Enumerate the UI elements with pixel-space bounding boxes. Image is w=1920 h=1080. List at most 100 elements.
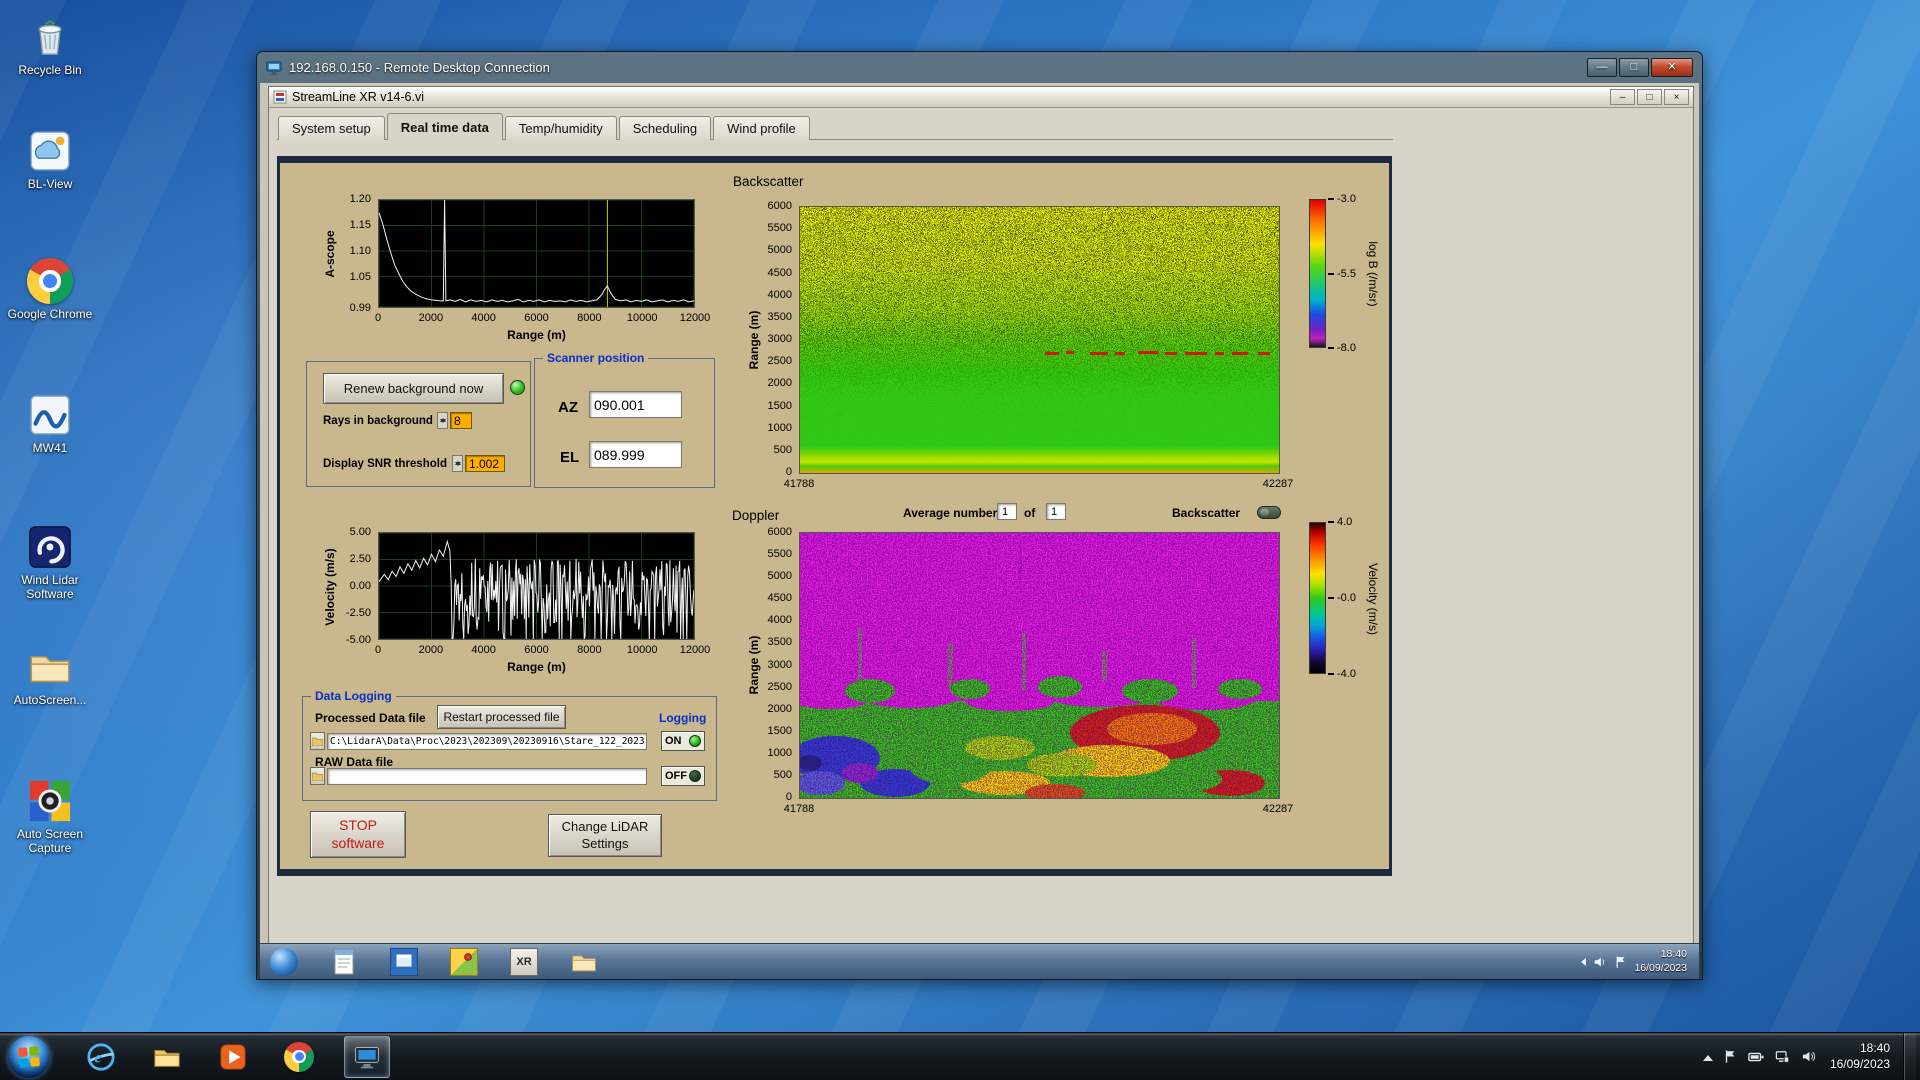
average-number-field[interactable]	[997, 503, 1017, 520]
panel-edge-top	[277, 156, 1392, 163]
desktop-icon-recycle-bin[interactable]: Recycle Bin	[2, 14, 98, 78]
show-desktop-button[interactable]	[1903, 1033, 1916, 1080]
taskbar-explorer-icon[interactable]	[152, 1042, 182, 1072]
desktop-icon-auto-screen-capture[interactable]: Auto Screen Capture	[2, 778, 98, 856]
taskbar-chrome-icon[interactable]	[284, 1041, 314, 1072]
doppler-heatmap-image	[800, 533, 1279, 798]
remote-task-app-icon[interactable]	[390, 947, 418, 976]
raw-logging-toggle[interactable]: OFF	[661, 766, 705, 786]
backscatter-toggle-label: Backscatter	[1172, 506, 1241, 520]
remote-task-notepad-icon[interactable]	[330, 948, 358, 976]
taskbar-ie-icon[interactable]: e	[86, 1042, 116, 1072]
vi-body: System setup Real time data Temp/humidit…	[269, 109, 1693, 943]
remote-clock[interactable]: 18:40 16/09/2023	[1634, 948, 1687, 974]
remote-tray: 18:40 16/09/2023	[1577, 948, 1693, 974]
scanner-position-group: Scanner position AZ EL	[534, 351, 715, 488]
raw-path-input[interactable]	[327, 768, 647, 785]
vi-titlebar[interactable]: StreamLine XR v14-6.vi – □ ×	[269, 87, 1693, 108]
renew-background-button[interactable]: Renew background now	[323, 373, 504, 404]
folder-icon	[312, 772, 323, 781]
desktop-icon-bl-view[interactable]: BL-View	[2, 128, 98, 192]
desktop-icon-wind-lidar[interactable]: Wind Lidar Software	[2, 524, 98, 602]
rdp-close-button[interactable]: ✕	[1651, 58, 1693, 77]
processed-path-browse-button[interactable]	[310, 732, 325, 750]
velocity-chart: Velocity (m/s) -5.00 -2.50 0.00 2.50 5.00 02…	[310, 526, 715, 684]
folder-icon	[312, 737, 323, 746]
el-label: EL	[560, 449, 580, 466]
tray-action-center-flag-icon[interactable]	[1722, 1048, 1739, 1065]
real-time-data-panel: A-scope 0.99 1.05 1.10 1.15 1.20 0 2000 4000 60…	[277, 156, 1392, 876]
remote-tray-chevron-icon[interactable]	[1577, 957, 1587, 966]
vi-window-title: StreamLine XR v14-6.vi	[292, 90, 425, 104]
restart-processed-file-button[interactable]: Restart processed file	[437, 705, 566, 729]
backscatter-colorbar	[1309, 199, 1326, 348]
system-tray: 18:40 16/09/2023	[1702, 1033, 1920, 1080]
velocity-x-ticks: 0 2000 4000 6000 8000 10000 12000	[374, 644, 711, 656]
processed-path-input[interactable]	[327, 733, 647, 750]
tab-temp-humidity[interactable]: Temp/humidity	[504, 116, 617, 140]
svg-text:e: e	[94, 1049, 101, 1066]
remote-task-xr-icon[interactable]: XR	[510, 947, 538, 976]
tab-scheduling[interactable]: Scheduling	[618, 116, 712, 140]
desktop-icon-autoscreen[interactable]: AutoScreen...	[2, 644, 98, 708]
doppler-colorbar	[1309, 522, 1326, 674]
raw-logging-led	[689, 770, 701, 782]
el-value-field[interactable]	[589, 441, 682, 468]
data-logging-title: Data Logging	[311, 689, 396, 703]
desktop-icon-mw41[interactable]: MW41	[2, 392, 98, 456]
tray-speaker-icon[interactable]	[1800, 1048, 1817, 1065]
data-logging-group: Data Logging Processed Data file Restart…	[302, 689, 717, 801]
streamline-vi-window: StreamLine XR v14-6.vi – □ × System setu…	[268, 86, 1694, 944]
backscatter-toggle[interactable]	[1257, 506, 1281, 519]
remote-task-browser-icon[interactable]	[270, 947, 298, 976]
of-label: of	[1024, 506, 1036, 520]
snr-threshold-label: Display SNR threshold	[323, 458, 447, 470]
backscatter-title: Backscatter	[733, 174, 804, 189]
velocity-x-axis-label: Range (m)	[507, 660, 566, 674]
snr-value-field[interactable]: 1.002	[465, 455, 505, 472]
desktop-icon-label: BL-View	[27, 177, 73, 191]
raw-path-browse-button[interactable]	[310, 767, 325, 785]
rdp-maximize-button[interactable]: □	[1619, 58, 1649, 77]
backscatter-heatmap-image	[800, 207, 1279, 473]
remote-taskbar-icons: XR	[266, 947, 598, 976]
doppler-x-end: 42287	[1262, 803, 1294, 815]
tray-overflow-chevron-icon[interactable]	[1702, 1050, 1713, 1061]
desktop-icon-google-chrome[interactable]: Google Chrome	[2, 258, 98, 322]
processed-logging-toggle[interactable]: ON	[661, 731, 705, 751]
velocity-y-ticks: -5.00 -2.50 0.00 2.50 5.00	[345, 526, 371, 646]
rays-value-field[interactable]: 8	[450, 412, 472, 429]
remote-task-map-icon[interactable]	[450, 947, 478, 976]
vi-close-button[interactable]: ×	[1664, 89, 1689, 105]
change-lidar-settings-button[interactable]: Change LiDAR Settings	[548, 814, 662, 857]
tab-system-setup[interactable]: System setup	[278, 116, 385, 140]
snr-spinner[interactable]	[452, 455, 463, 472]
taskbar-media-player-icon[interactable]	[218, 1042, 248, 1072]
rdp-titlebar[interactable]: 192.168.0.150 - Remote Desktop Connectio…	[257, 52, 1702, 83]
remote-task-folder-icon[interactable]	[570, 948, 598, 976]
background-group: Renew background now Rays in background …	[306, 361, 531, 487]
rays-spinner[interactable]	[437, 412, 448, 429]
tab-wind-profile[interactable]: Wind profile	[713, 116, 810, 140]
taskbar-rdp-active-button[interactable]	[344, 1035, 390, 1078]
of-count-field[interactable]	[1046, 503, 1066, 520]
remote-speaker-icon[interactable]	[1593, 955, 1607, 969]
tray-power-icon[interactable]	[1748, 1048, 1765, 1065]
host-taskbar: e 18:40 16/09/2023	[0, 1032, 1920, 1080]
stop-software-button[interactable]: STOP software	[310, 811, 406, 858]
vi-minimize-button[interactable]: –	[1610, 89, 1635, 105]
tray-network-icon[interactable]	[1774, 1048, 1791, 1065]
rdp-minimize-button[interactable]: —	[1587, 58, 1617, 77]
taskbar-clock[interactable]: 18:40 16/09/2023	[1826, 1041, 1894, 1072]
start-button[interactable]	[8, 1035, 50, 1078]
processed-logging-led	[689, 735, 701, 747]
doppler-colorbar-label: Velocity (m/s)	[1366, 562, 1380, 635]
remote-flag-icon[interactable]	[1614, 955, 1627, 969]
recycle-bin-icon	[27, 14, 73, 60]
vi-restore-button[interactable]: □	[1637, 89, 1662, 105]
tab-real-time-data[interactable]: Real time data	[386, 113, 503, 140]
chrome-icon	[27, 258, 73, 304]
az-value-field[interactable]	[589, 391, 682, 418]
backscatter-y-ticks: 6000 5500 5000 4500 4000 3500 3000 2500 2000 1500…	[767, 200, 792, 478]
remote-taskbar: XR 18:40 16/09/2023	[260, 943, 1699, 979]
